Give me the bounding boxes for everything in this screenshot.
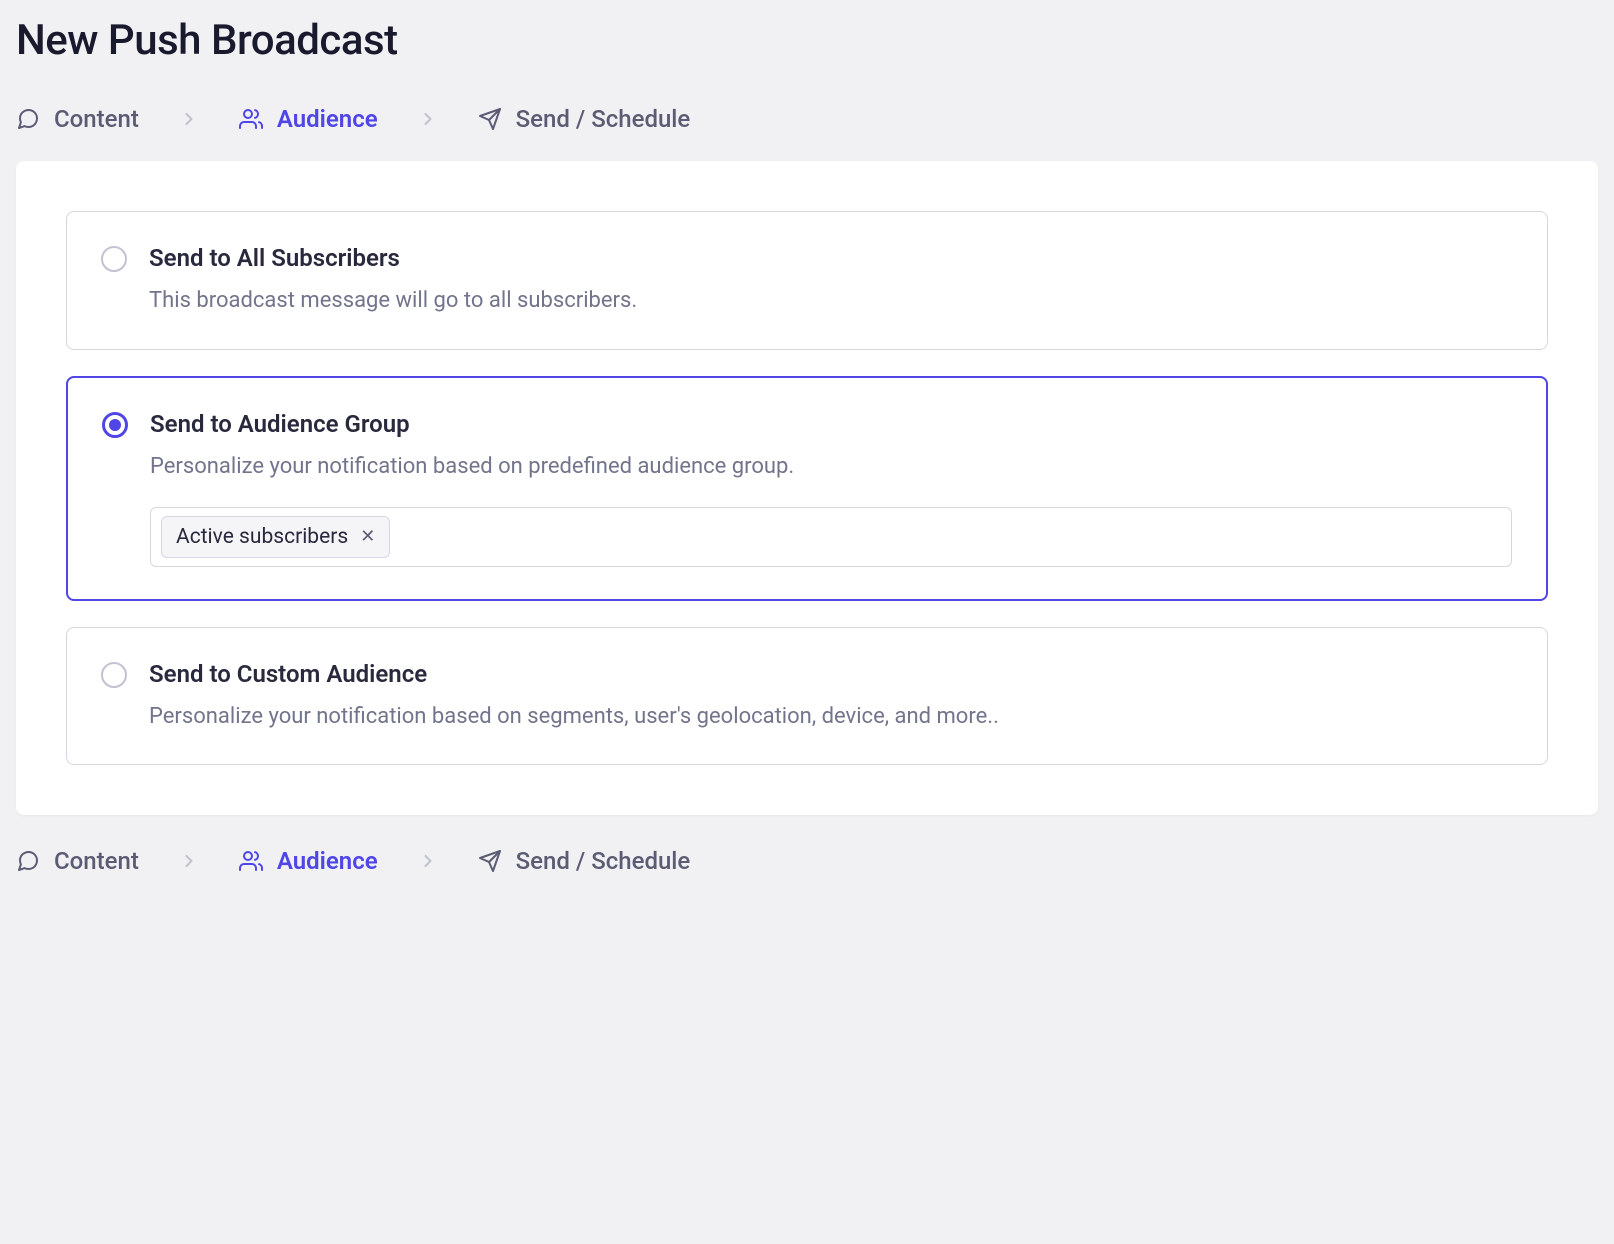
option-desc: Personalize your notification based on s… bbox=[149, 702, 1513, 733]
breadcrumb-label: Content bbox=[54, 105, 139, 133]
people-icon bbox=[239, 849, 263, 873]
breadcrumb-audience[interactable]: Audience bbox=[239, 105, 378, 133]
people-icon bbox=[239, 107, 263, 131]
option-title: Send to All Subscribers bbox=[149, 244, 1513, 272]
message-icon bbox=[16, 107, 40, 131]
option-custom-audience[interactable]: Send to Custom Audience Personalize your… bbox=[66, 627, 1548, 766]
breadcrumb-label: Audience bbox=[277, 105, 378, 133]
option-title: Send to Audience Group bbox=[150, 410, 1512, 438]
breadcrumb-label: Send / Schedule bbox=[516, 847, 691, 875]
chevron-right-icon bbox=[418, 851, 438, 871]
breadcrumb-send[interactable]: Send / Schedule bbox=[478, 847, 691, 875]
chevron-right-icon bbox=[179, 109, 199, 129]
option-all-subscribers[interactable]: Send to All Subscribers This broadcast m… bbox=[66, 211, 1548, 350]
message-icon bbox=[16, 849, 40, 873]
radio-all-subscribers[interactable] bbox=[101, 246, 127, 272]
send-icon bbox=[478, 849, 502, 873]
chevron-right-icon bbox=[418, 109, 438, 129]
breadcrumb-audience[interactable]: Audience bbox=[239, 847, 378, 875]
breadcrumb: Content Audience Send / Schedule bbox=[16, 105, 1598, 133]
audience-card: Send to All Subscribers This broadcast m… bbox=[16, 161, 1598, 815]
breadcrumb-label: Send / Schedule bbox=[516, 105, 691, 133]
radio-audience-group[interactable] bbox=[102, 412, 128, 438]
page-title: New Push Broadcast bbox=[16, 16, 1598, 65]
breadcrumb-send[interactable]: Send / Schedule bbox=[478, 105, 691, 133]
breadcrumb-content[interactable]: Content bbox=[16, 105, 139, 133]
option-title: Send to Custom Audience bbox=[149, 660, 1513, 688]
breadcrumb-content[interactable]: Content bbox=[16, 847, 139, 875]
breadcrumb-label: Audience bbox=[277, 847, 378, 875]
audience-tag-label: Active subscribers bbox=[176, 525, 348, 549]
radio-custom-audience[interactable] bbox=[101, 662, 127, 688]
option-audience-group[interactable]: Send to Audience Group Personalize your … bbox=[66, 376, 1548, 601]
breadcrumb-label: Content bbox=[54, 847, 139, 875]
option-desc: This broadcast message will go to all su… bbox=[149, 286, 1513, 317]
chevron-right-icon bbox=[179, 851, 199, 871]
audience-group-input[interactable]: Active subscribers ✕ bbox=[150, 507, 1512, 567]
audience-tag: Active subscribers ✕ bbox=[161, 516, 390, 558]
close-icon[interactable]: ✕ bbox=[360, 528, 375, 546]
option-desc: Personalize your notification based on p… bbox=[150, 452, 1512, 483]
send-icon bbox=[478, 107, 502, 131]
breadcrumb: Content Audience Send / Schedule bbox=[16, 847, 1598, 875]
